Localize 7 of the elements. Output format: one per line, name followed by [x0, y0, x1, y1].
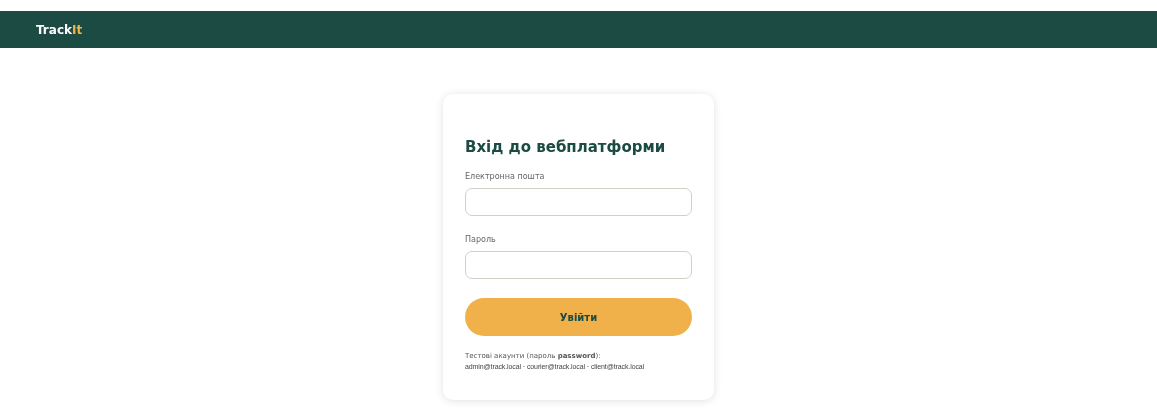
input-field[interactable] — [465, 251, 692, 279]
field-label: Електронна пошта — [465, 172, 546, 181]
field-label: Пароль — [465, 235, 497, 244]
login-title: Вхід до вебплатформи — [465, 138, 667, 156]
logo[interactable]: TrackIt — [36, 22, 83, 37]
login-button[interactable]: Увійти — [465, 298, 692, 336]
input-field[interactable] — [465, 188, 692, 216]
